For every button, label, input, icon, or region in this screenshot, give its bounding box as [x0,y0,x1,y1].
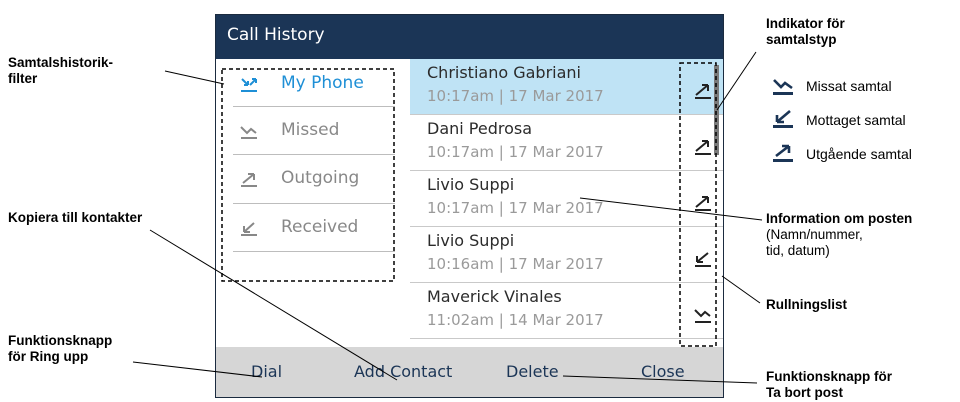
annotation-line: för Ring upp [8,349,89,364]
entry-name: Christiano Gabriani [427,63,581,82]
received-call-icon [773,110,793,128]
annotation-line: (Namn/nummer, [766,227,863,242]
list-item[interactable]: Livio Suppi 10:17am | 17 Mar 2017 [410,171,723,227]
entry-name: Livio Suppi [427,231,515,250]
annotation-line: tid, datum) [766,243,830,258]
add-contact-softkey[interactable]: Add Contact [354,362,452,381]
legend-label: Utgående samtal [806,146,912,162]
legend-label: Missat samtal [806,78,892,94]
entry-name: Dani Pedrosa [427,119,533,138]
missed-call-icon [773,79,793,95]
annotation-line: Rullningslist [766,297,847,312]
filter-divider [233,106,395,107]
list-item[interactable]: Dani Pedrosa 10:17am | 17 Mar 2017 [410,115,723,171]
filter-label: My Phone [281,73,364,93]
annotation-line: Samtalshistorik- [8,55,114,70]
close-softkey[interactable]: Close [641,362,685,381]
annotation-info: Information om posten (Namn/nummer, tid,… [766,211,912,259]
entry-time: 10:17am | 17 Mar 2017 [427,87,604,105]
received-call-icon [241,222,257,236]
annotation-dial: Funktionsknapp för Ring upp [8,333,112,365]
entry-time: 10:16am | 17 Mar 2017 [427,255,604,273]
outgoing-call-icon [773,144,793,162]
outgoing-call-icon [695,196,711,211]
annotation-line: Indikator för [766,16,845,31]
entry-time: 11:02am | 14 Mar 2017 [427,311,604,329]
legend-label: Mottaget samtal [806,112,906,128]
title-bar: Call History [216,15,723,59]
filter-my-phone[interactable]: My Phone [229,62,399,108]
outgoing-call-icon [241,173,257,187]
entry-name: Maverick Vinales [427,287,562,306]
filter-missed[interactable]: Missed [229,109,399,155]
list-item[interactable]: Maverick Vinales 11:02am | 14 Mar 2017 [410,283,723,339]
annotation-line: Ta bort post [766,385,843,400]
filter-outgoing[interactable]: Outgoing [229,157,399,203]
entry-time: 10:17am | 17 Mar 2017 [427,199,604,217]
softkey-bar: Dial Add Contact Delete Close [216,347,723,397]
filter-label: Received [281,217,359,237]
call-history-screen: Call History My Phone Missed Outgoing Re… [215,14,724,398]
annotation-line: Kopiera till kontakter [8,210,143,225]
dial-softkey[interactable]: Dial [251,362,282,381]
leader-scroll [721,275,761,304]
call-list: Christiano Gabriani 10:17am | 17 Mar 201… [410,59,723,347]
filter-received[interactable]: Received [229,206,399,252]
annotation-indicator: Indikator för samtalstyp [766,16,845,48]
filter-label: Missed [281,120,340,140]
list-item[interactable]: Livio Suppi 10:16am | 17 Mar 2017 [410,227,723,283]
outgoing-call-icon [695,84,711,99]
annotation-line: Information om posten [766,211,913,226]
screen-title: Call History [227,25,325,45]
annotation-copy: Kopiera till kontakter [8,210,142,226]
annotation-scroll: Rullningslist [766,297,847,313]
annotation-line: samtalstyp [766,32,837,47]
entry-time: 10:17am | 17 Mar 2017 [427,143,604,161]
received-call-icon [695,252,711,267]
scrollbar[interactable] [714,65,719,155]
annotation-filter: Samtalshistorik- filter [8,55,113,87]
delete-softkey[interactable]: Delete [506,362,559,381]
filter-divider [233,251,395,252]
annotation-delete: Funktionsknapp för Ta bort post [766,369,892,401]
entry-name: Livio Suppi [427,175,515,194]
missed-call-icon [240,126,257,139]
all-calls-icon [241,78,257,92]
annotation-line: Funktionsknapp för [766,369,892,384]
filter-label: Outgoing [281,168,360,188]
annotation-line: Funktionsknapp [8,333,113,348]
filter-divider [233,154,395,155]
outgoing-call-icon [695,140,711,155]
list-item[interactable]: Christiano Gabriani 10:17am | 17 Mar 201… [410,59,723,115]
filter-divider [233,203,395,204]
annotation-line: filter [8,71,38,86]
missed-call-icon [694,309,711,323]
